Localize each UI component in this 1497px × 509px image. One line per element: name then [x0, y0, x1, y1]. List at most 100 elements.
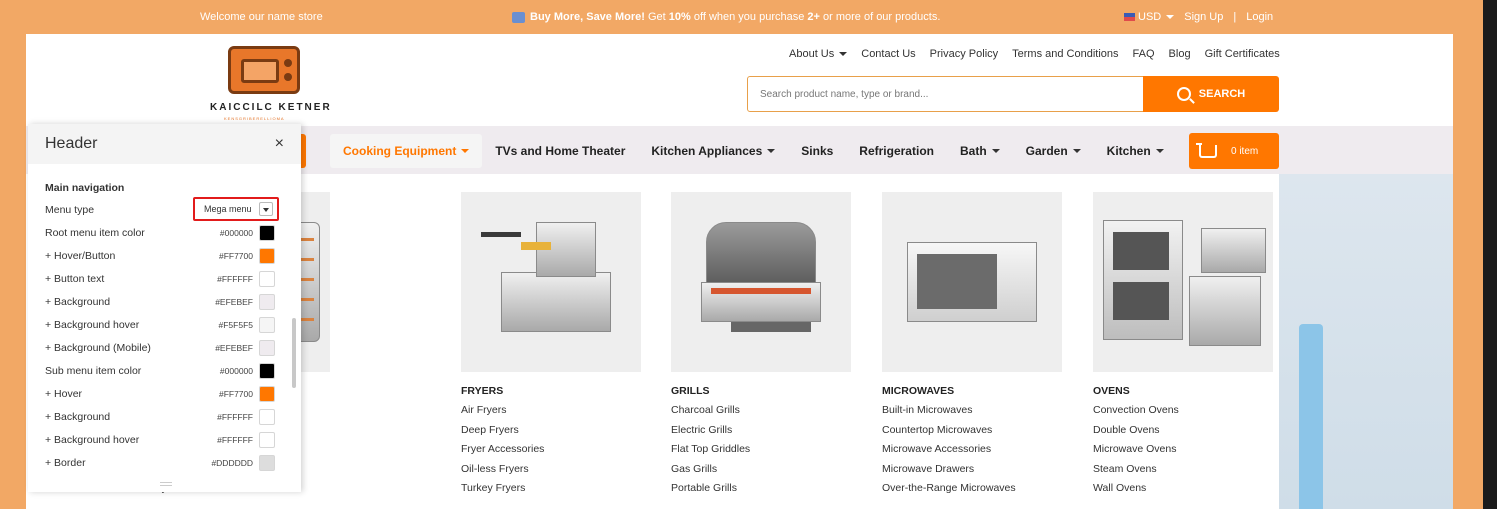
color-hex-value[interactable]: #000000: [220, 228, 253, 238]
header-link-gift[interactable]: Gift Certificates: [1205, 48, 1280, 60]
color-swatch[interactable]: [259, 386, 275, 402]
header-link-faq[interactable]: FAQ: [1133, 48, 1155, 60]
subcategory-link[interactable]: Countertop Microwaves: [882, 424, 1062, 444]
menu-type-select[interactable]: Mega menu: [193, 197, 279, 221]
nav-item[interactable]: Kitchen Appliances: [638, 134, 788, 168]
color-swatch[interactable]: [259, 225, 275, 241]
color-setting-row: Root menu item color #000000: [45, 223, 275, 243]
header-link-blog[interactable]: Blog: [1169, 48, 1191, 60]
login-link[interactable]: Login: [1246, 11, 1273, 23]
color-hex-value[interactable]: #EFEBEF: [215, 297, 253, 307]
nav-item[interactable]: Cooking Equipment: [330, 134, 483, 168]
subcategory-link[interactable]: Portable Grills: [671, 482, 851, 502]
color-hex-value[interactable]: #F5F5F5: [219, 320, 254, 330]
nav-item[interactable]: Refrigeration: [846, 134, 947, 168]
header-link-privacy[interactable]: Privacy Policy: [930, 48, 998, 60]
color-swatch[interactable]: [259, 248, 275, 264]
color-swatch[interactable]: [259, 317, 275, 333]
nav-item[interactable]: Kitchen: [1094, 134, 1177, 168]
currency-selector[interactable]: USD: [1124, 11, 1175, 23]
header-link-about[interactable]: About Us: [789, 48, 848, 60]
setting-label: Sub menu item color: [45, 365, 142, 377]
subcategory-link[interactable]: Wall Ovens: [1093, 482, 1273, 502]
color-setting-row: Sub menu item color #000000: [45, 361, 275, 381]
chevron-down-icon: [767, 149, 776, 153]
nav-item-label: Kitchen Appliances: [651, 144, 763, 158]
subcategory-link[interactable]: Electric Grills: [671, 424, 851, 444]
subcategory-link[interactable]: Charcoal Grills: [671, 404, 851, 424]
category-title[interactable]: FRYERS: [461, 385, 641, 397]
subcategory-link[interactable]: Flat Top Griddles: [671, 443, 851, 463]
color-setting-row: + Border #DDDDDD: [45, 453, 275, 473]
subcategory-link[interactable]: Gas Grills: [671, 463, 851, 483]
subcategory-link[interactable]: Convection Ovens: [1093, 404, 1273, 424]
color-hex-value[interactable]: #FFFFFF: [217, 435, 253, 445]
promo-headline: Buy More, Save More!: [530, 11, 645, 23]
subcategory-link[interactable]: Fryer Accessories: [461, 443, 641, 463]
cart-count: 0 item: [1231, 145, 1259, 157]
color-setting-row: + Hover #FF7700: [45, 384, 275, 404]
color-swatch[interactable]: [259, 294, 275, 310]
search-input[interactable]: Search product name, type or brand...: [747, 76, 1144, 112]
color-swatch[interactable]: [259, 432, 275, 448]
scrollbar-thumb[interactable]: [292, 318, 296, 388]
color-swatch[interactable]: [259, 455, 275, 471]
header-link-terms[interactable]: Terms and Conditions: [1012, 48, 1118, 60]
subcategory-link[interactable]: Oil-less Fryers: [461, 463, 641, 483]
category-title[interactable]: GRILLS: [671, 385, 851, 397]
color-swatch[interactable]: [259, 340, 275, 356]
search-icon: [1176, 87, 1191, 101]
color-hex-value[interactable]: #FF7700: [219, 389, 253, 399]
search-button-label: SEARCH: [1198, 88, 1246, 100]
nav-item[interactable]: Garden: [1013, 134, 1094, 168]
close-icon[interactable]: ×: [275, 135, 284, 153]
subcategory-link[interactable]: Built-in Microwaves: [882, 404, 1062, 424]
color-hex-value[interactable]: #FFFFFF: [217, 274, 253, 284]
color-hex-value[interactable]: #EFEBEF: [215, 343, 253, 353]
subcategory-link[interactable]: Over-the-Range Microwaves: [882, 482, 1062, 502]
window-edge: [1483, 0, 1497, 509]
subcategory-link[interactable]: Air Fryers: [461, 404, 641, 424]
color-swatch[interactable]: [259, 409, 275, 425]
search-button[interactable]: SEARCH: [1143, 76, 1279, 112]
color-hex-value[interactable]: #DDDDDD: [211, 458, 253, 468]
color-swatch[interactable]: [259, 271, 275, 287]
category-title[interactable]: MICROWAVES: [882, 385, 1062, 397]
category-image[interactable]: [882, 192, 1062, 372]
store-logo[interactable]: KAICCILC KETNER KENSGRIBERELLIOMA: [206, 40, 336, 124]
category-image[interactable]: [1093, 192, 1273, 372]
resize-handle[interactable]: [160, 482, 172, 486]
panel-header: Header ×: [28, 124, 301, 164]
color-hex-value[interactable]: #000000: [220, 366, 253, 376]
nav-item[interactable]: Sinks: [788, 134, 846, 168]
color-hex-value[interactable]: #FFFFFF: [217, 412, 253, 422]
color-swatch[interactable]: [259, 363, 275, 379]
cart-button[interactable]: 0 item: [1189, 133, 1279, 169]
subcategory-link[interactable]: Double Ovens: [1093, 424, 1273, 444]
header-link-contact[interactable]: Contact Us: [861, 48, 915, 60]
select-value: Mega menu: [204, 204, 252, 214]
signup-link[interactable]: Sign Up: [1184, 11, 1223, 23]
color-hex-value[interactable]: #FF7700: [219, 251, 253, 261]
search-placeholder: Search product name, type or brand...: [760, 89, 929, 100]
setting-label: + Background: [45, 411, 111, 423]
subcategory-link[interactable]: Steam Ovens: [1093, 463, 1273, 483]
category-image[interactable]: [461, 192, 641, 372]
nav-item[interactable]: Bath: [947, 134, 1013, 168]
category-title[interactable]: OVENS: [1093, 385, 1273, 397]
subcategory-link[interactable]: Turkey Fryers: [461, 482, 641, 502]
panel-scrollbar[interactable]: [292, 168, 298, 488]
subcategory-link[interactable]: Microwave Drawers: [882, 463, 1062, 483]
subcategory-link[interactable]: Deep Fryers: [461, 424, 641, 444]
hero-banner: [1279, 174, 1453, 509]
subcategory-link[interactable]: Microwave Ovens: [1093, 443, 1273, 463]
promo-text: Get: [644, 11, 669, 23]
category-image[interactable]: [671, 192, 851, 372]
nav-item[interactable]: TVs and Home Theater: [482, 134, 638, 168]
promo-percent: 10%: [668, 11, 691, 23]
nav-item-label: Kitchen: [1106, 144, 1151, 158]
promo-text: off when you purchase: [690, 11, 808, 23]
chevron-down-icon: [1155, 149, 1164, 153]
subcategory-link[interactable]: Microwave Accessories: [882, 443, 1062, 463]
page-frame: Welcome our name store Buy More, Save Mo…: [0, 0, 1497, 509]
